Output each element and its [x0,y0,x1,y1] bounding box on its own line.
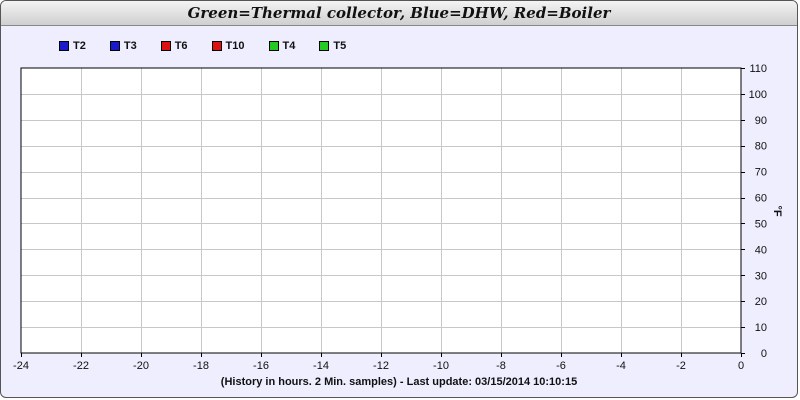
x-tick-label: -2 [676,360,686,372]
y-tick-label: 10 [755,322,767,334]
y-tick-label: 60 [755,193,767,205]
x-tick-label: -16 [253,360,269,372]
x-tick-label: -10 [433,360,449,372]
x-tick-label: -22 [73,360,89,372]
y-tick-label: 80 [755,141,767,153]
x-tick-label: -6 [556,360,566,372]
y-tick-label: 30 [755,270,767,282]
y-tick-label: 110 [749,63,767,75]
y-axis-title: °F [771,205,783,216]
x-tick-label: -24 [13,360,29,372]
x-tick-label: -20 [133,360,149,372]
y-tick-label: 0 [761,348,767,360]
y-tick-label: 40 [755,244,767,256]
x-tick-label: 0 [738,360,744,372]
x-tick-label: -18 [193,360,209,372]
y-tick-label: 20 [755,296,767,308]
y-tick-label: 70 [755,167,767,179]
x-tick-label: -12 [373,360,389,372]
y-tick-label: 100 [749,89,767,101]
y-tick-label: 50 [755,218,767,230]
x-tick-label: -8 [496,360,506,372]
x-tick-label: -4 [616,360,626,372]
y-tick-label: 90 [755,115,767,127]
chart-plot: -24 -22 -20 -18 -16 -14 -12 -10 -8 -6 -4 -2 00102030… [13,63,783,372]
x-tick-label: -14 [313,360,329,372]
